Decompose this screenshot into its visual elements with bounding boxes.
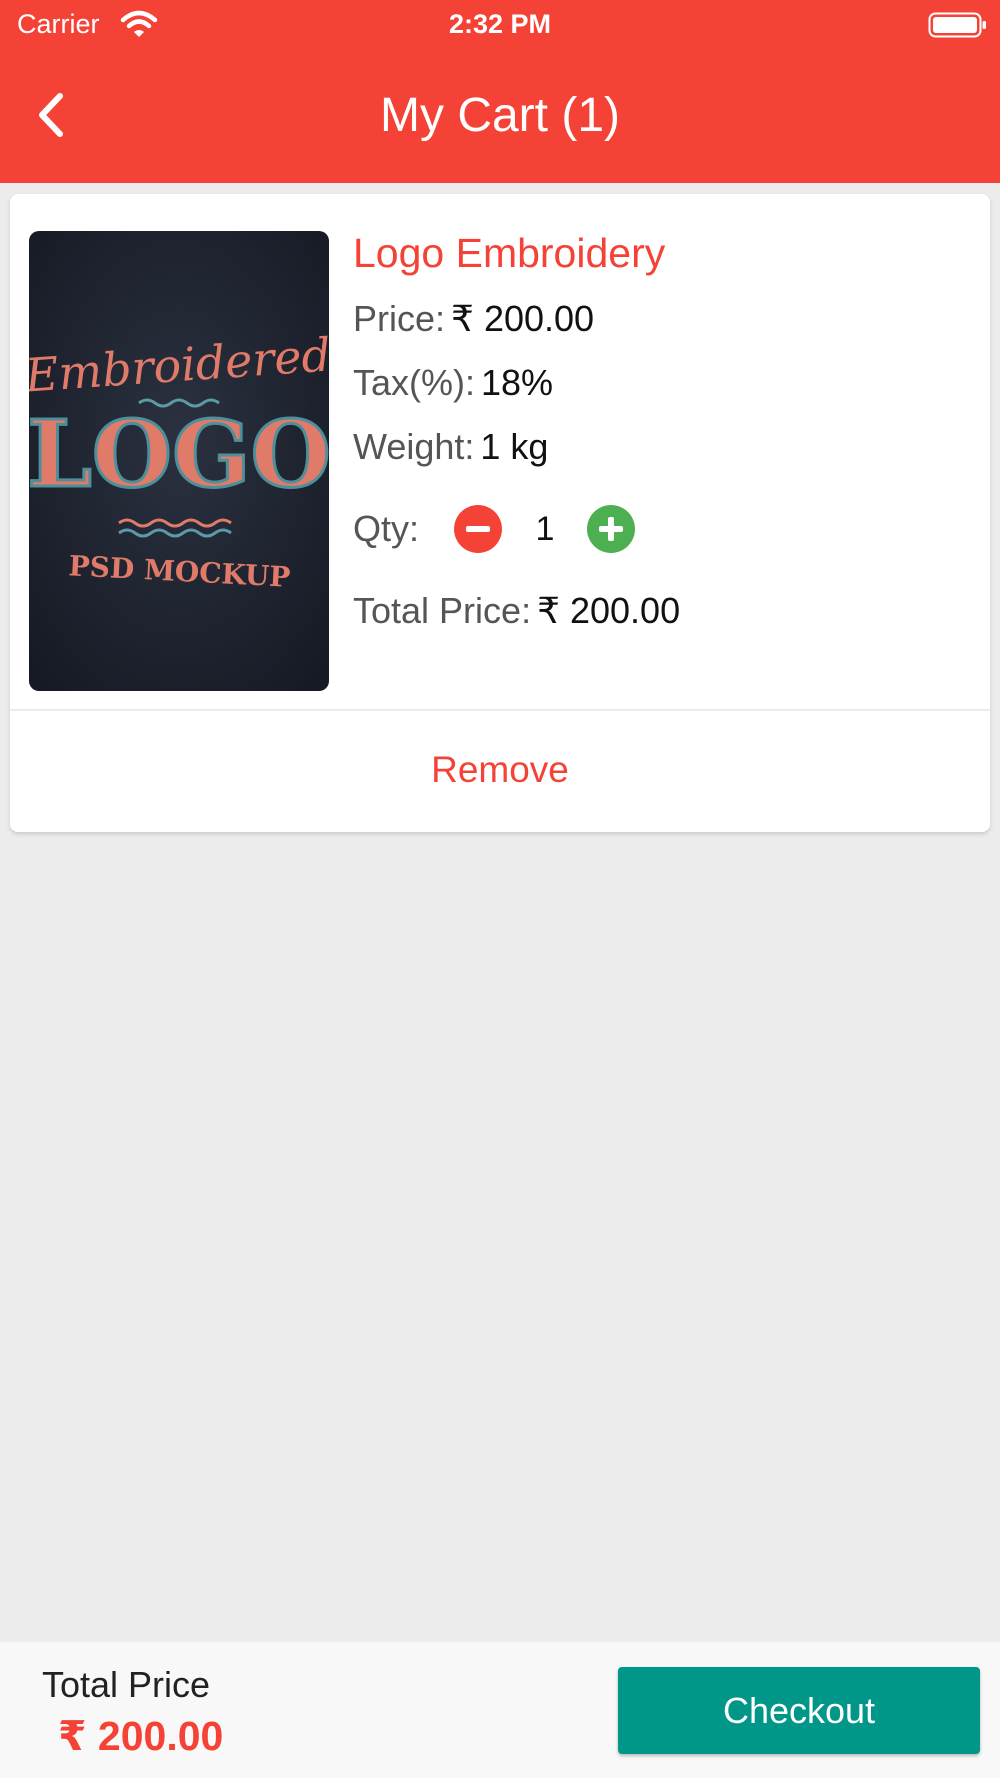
plus-icon [599, 517, 623, 541]
qty-row: Qty: [353, 508, 419, 550]
total-price-value: ₹ 200.00 [537, 590, 681, 631]
battery-icon [928, 11, 988, 41]
product-name: Logo Embroidery [353, 230, 666, 276]
decrease-qty-button[interactable] [454, 505, 502, 553]
weight-label: Weight: [353, 426, 475, 467]
qty-value: 1 [535, 510, 555, 548]
status-bar: Carrier 2:32 PM [0, 0, 1000, 50]
weight-row: Weight: 1 kg [353, 426, 548, 468]
app-header: Carrier 2:32 PM My Cart (1) [0, 0, 1000, 183]
card-divider [10, 709, 990, 711]
cart-screen: Carrier 2:32 PM My Cart (1) Embroidered … [0, 0, 1000, 1778]
qty-label: Qty: [353, 508, 420, 549]
footer-total-value: ₹ 200.00 [58, 1713, 224, 1759]
status-time: 2:32 PM [448, 9, 552, 39]
page-title: My Cart (1) [380, 89, 620, 142]
price-label: Price: [353, 298, 446, 339]
footer-total-label: Total Price [42, 1664, 211, 1705]
product-image[interactable]: Embroidered LOGO PSD MOCKUP [29, 231, 329, 691]
checkout-footer: Total Price ₹ 200.00 Checkout [0, 1642, 1000, 1778]
price-value: ₹ 200.00 [451, 298, 595, 339]
increase-qty-button[interactable] [587, 505, 635, 553]
minus-icon [466, 526, 490, 532]
total-price-label: Total Price: [353, 590, 532, 631]
tax-label: Tax(%): [353, 362, 476, 403]
svg-text:LOGO: LOGO [29, 400, 329, 508]
tax-row: Tax(%): 18% [353, 362, 553, 404]
cart-item-card: Embroidered LOGO PSD MOCKUP Logo Embroid… [10, 194, 990, 832]
checkout-button[interactable]: Checkout [618, 1667, 980, 1754]
weight-value: 1 kg [480, 426, 549, 467]
total-price-row: Total Price: ₹ 200.00 [353, 590, 680, 632]
price-row: Price: ₹ 200.00 [353, 298, 594, 340]
tax-value: 18% [481, 362, 554, 403]
remove-button[interactable]: Remove [10, 712, 990, 828]
